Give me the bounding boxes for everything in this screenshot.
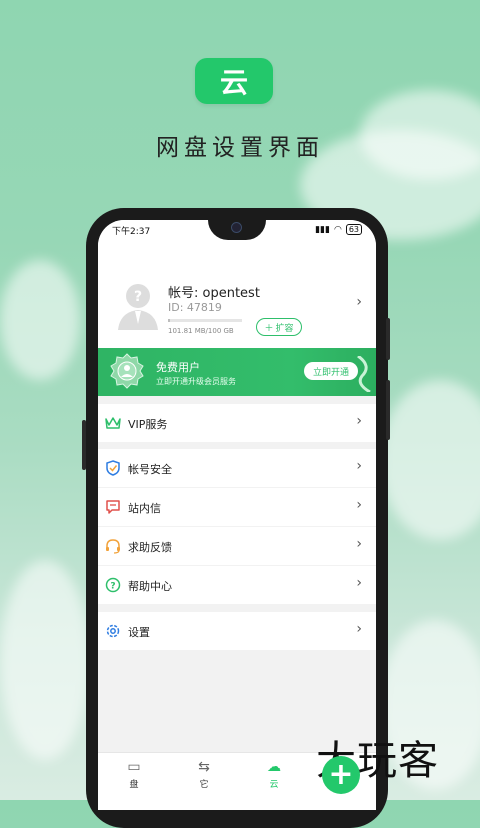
- signal-icon: ▮▮▮: [315, 224, 330, 235]
- storage-usage-text: 101.81 MB/100 GB: [168, 327, 234, 335]
- expand-storage-button[interactable]: ＋ 扩容: [256, 318, 302, 336]
- nav-item-label: 云: [269, 780, 279, 790]
- front-camera: [231, 222, 242, 233]
- background-cloud: [0, 560, 90, 760]
- headset-icon: [106, 539, 120, 554]
- cloud-icon: ☁: [267, 759, 281, 775]
- chevron-right-icon: ›: [356, 621, 362, 637]
- chevron-right-icon: ›: [356, 294, 362, 310]
- status-icons: ▮▮▮ ◠ 63: [315, 224, 362, 235]
- svg-text:?: ?: [134, 289, 142, 305]
- vip-banner[interactable]: 免费用户 立即开通升级会员服务 立即开通: [98, 348, 376, 396]
- profile-card[interactable]: ? 帐号: opentest ID: 47819 101.81 MB/100 G…: [98, 240, 376, 348]
- nav-item-label: 盘: [129, 780, 139, 790]
- status-time: 下午2:37: [112, 227, 151, 237]
- account-name: 帐号: opentest: [168, 286, 260, 301]
- plus-icon: +: [328, 757, 354, 792]
- gear-icon: [106, 624, 120, 638]
- nav-item-disk[interactable]: ▭ 盘: [114, 759, 154, 790]
- phone-screen: 下午2:37 ▮▮▮ ◠ 63 ? 帐号: opentest ID: 47819…: [98, 220, 376, 810]
- plus-icon: ＋: [264, 323, 274, 334]
- chevron-right-icon: ›: [356, 458, 362, 474]
- chevron-right-icon: ›: [356, 575, 362, 591]
- menu-item-messages[interactable]: 站内信 ›: [98, 488, 376, 526]
- app-logo: 云: [195, 58, 273, 104]
- background-cloud: [0, 260, 80, 380]
- nav-item-transfer[interactable]: ⇆ 它: [184, 759, 224, 790]
- phone-side-button: [386, 380, 390, 440]
- menu-item-account-security[interactable]: 帐号安全 ›: [98, 449, 376, 487]
- phone-side-button: [82, 420, 86, 470]
- chevron-right-icon: ›: [356, 413, 362, 429]
- menu-item-label: 求助反馈: [128, 541, 172, 554]
- shield-icon: [106, 460, 120, 476]
- vip-subtitle: 立即开通升级会员服务: [156, 377, 236, 386]
- vip-title: 免费用户: [156, 361, 200, 374]
- menu-item-feedback[interactable]: 求助反馈 ›: [98, 527, 376, 565]
- menu-item-settings[interactable]: 设置 ›: [98, 612, 376, 650]
- add-button[interactable]: +: [322, 756, 360, 794]
- nav-item-cloud[interactable]: ☁ 云: [254, 759, 294, 790]
- menu-item-label: 设置: [128, 626, 150, 639]
- avatar: ?: [118, 284, 158, 330]
- svg-text:?: ?: [110, 582, 115, 592]
- menu-item-vip-service[interactable]: VIP服务 ›: [98, 404, 376, 442]
- nav-item-label: 它: [199, 780, 209, 790]
- menu-item-label: 站内信: [128, 502, 161, 515]
- wifi-icon: ◠: [333, 224, 342, 235]
- menu-item-help-center[interactable]: ? 帮助中心 ›: [98, 566, 376, 604]
- expand-storage-label: 扩容: [275, 323, 294, 334]
- storage-progress-fill: [168, 319, 171, 322]
- message-icon: [106, 500, 120, 514]
- menu-item-label: VIP服务: [128, 418, 168, 431]
- account-id: ID: 47819: [168, 301, 222, 314]
- disk-icon: ▭: [127, 759, 141, 775]
- activate-vip-button[interactable]: 立即开通: [304, 362, 358, 380]
- promo-title: 网盘设置界面: [156, 135, 324, 161]
- phone-side-button: [386, 318, 390, 360]
- chevron-right-icon: ›: [356, 497, 362, 513]
- transfer-icon: ⇆: [198, 759, 210, 775]
- menu-item-label: 帐号安全: [128, 463, 172, 476]
- battery-icon: 63: [345, 224, 362, 235]
- storage-progress-bar: [168, 319, 242, 322]
- background-cloud: [380, 380, 480, 540]
- chevron-right-icon: ›: [356, 536, 362, 552]
- help-icon: ?: [105, 577, 121, 593]
- crown-icon: [105, 417, 121, 429]
- menu-item-label: 帮助中心: [128, 580, 172, 593]
- ribbon-decoration: [357, 356, 371, 392]
- medal-icon: [110, 353, 144, 389]
